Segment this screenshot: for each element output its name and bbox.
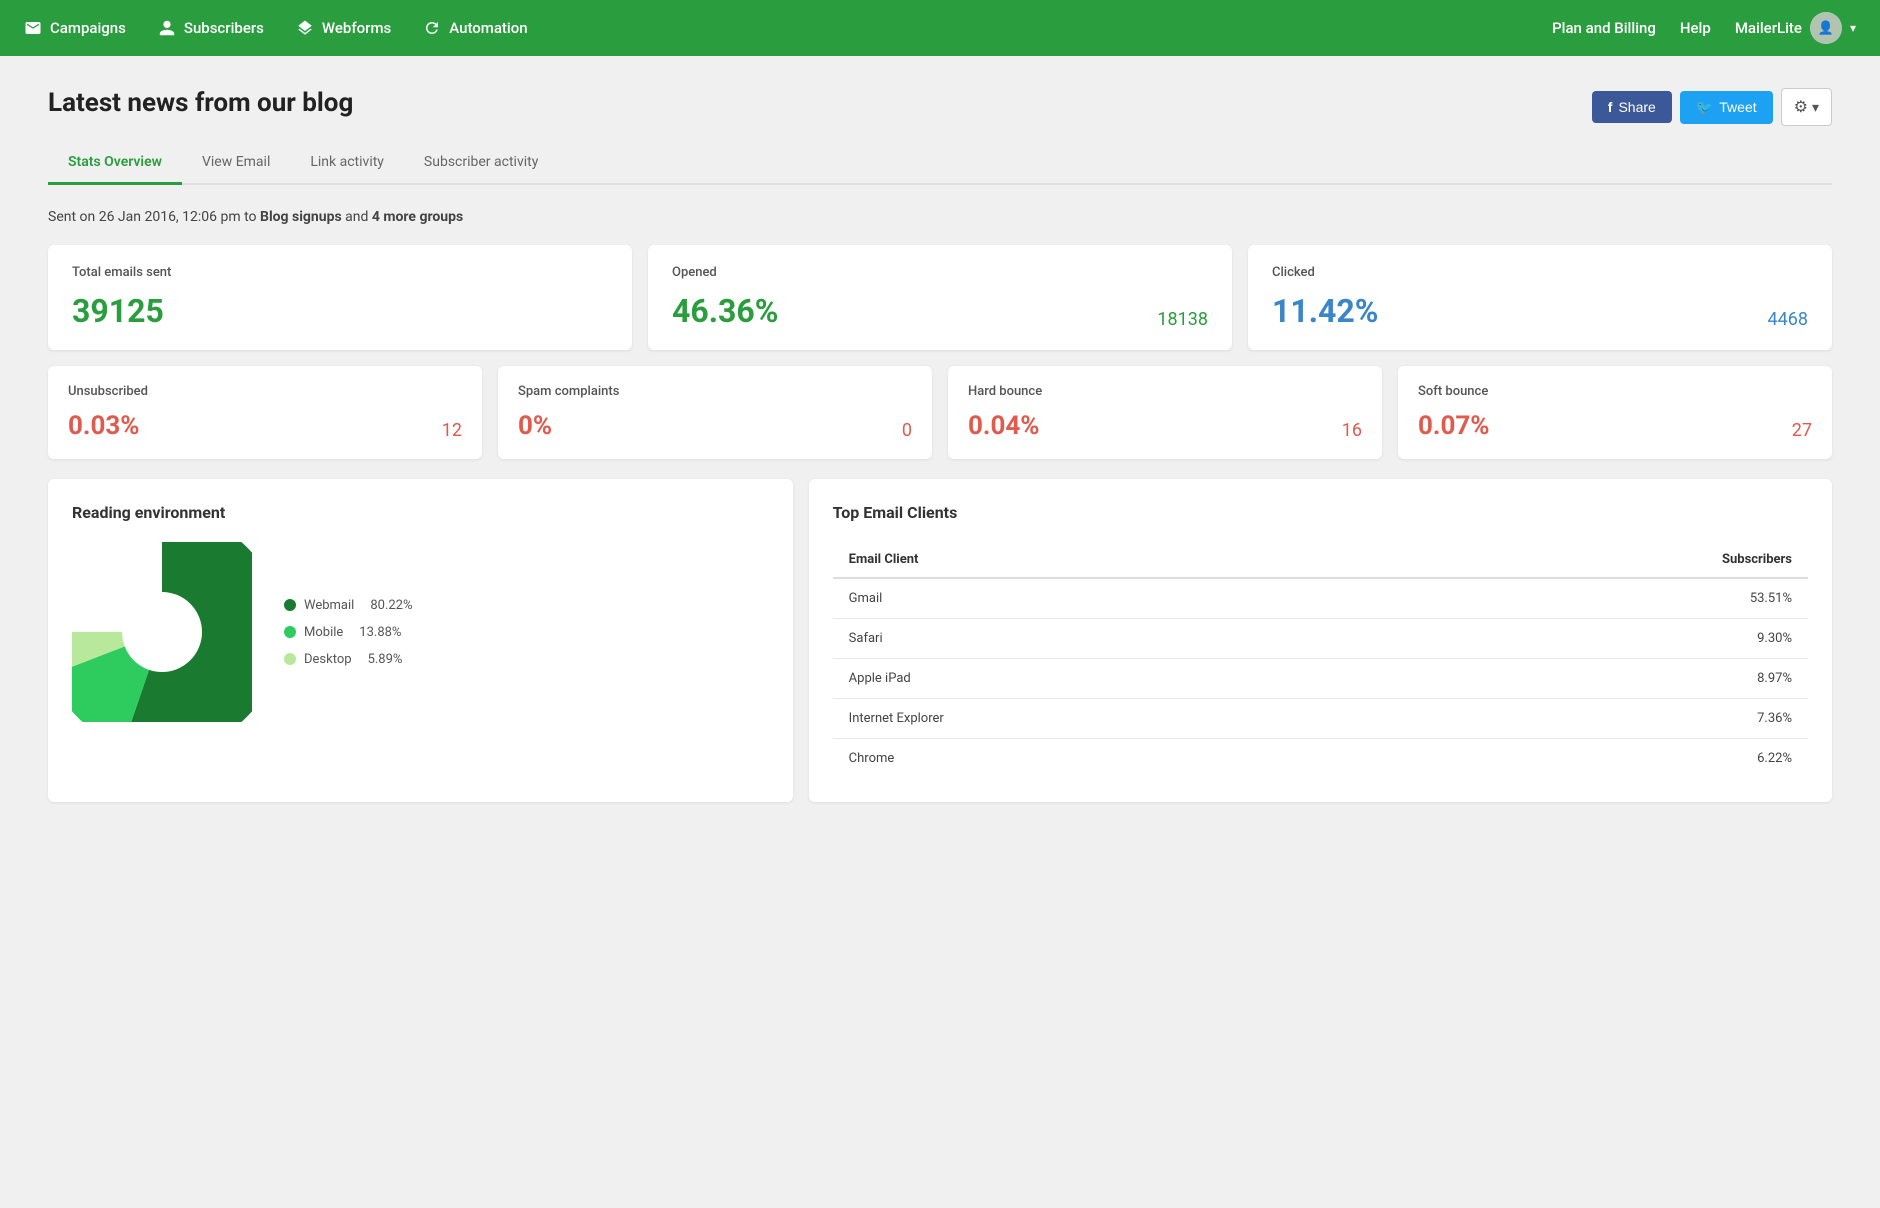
client-name: Internet Explorer (833, 699, 1374, 739)
email-clients-tbody: Gmail53.51%Safari9.30%Apple iPad8.97%Int… (833, 578, 1808, 778)
nav-mailerlite-label: MailerLite (1735, 19, 1802, 37)
stat-total-emails-label: Total emails sent (72, 265, 608, 280)
nav-user[interactable]: MailerLite 👤 ▾ (1735, 12, 1856, 44)
table-header-row: Email Client Subscribers (833, 542, 1808, 578)
stat-total-emails-value: 39125 (72, 292, 164, 330)
legend-desktop: Desktop 5.89% (284, 652, 413, 667)
client-value: 6.22% (1374, 739, 1808, 779)
nav-webforms[interactable]: Webforms (296, 19, 391, 37)
page-title: Latest news from our blog (48, 88, 353, 118)
tab-view-email[interactable]: View Email (182, 142, 290, 185)
client-value: 53.51% (1374, 578, 1808, 619)
table-row: Safari9.30% (833, 619, 1808, 659)
stat-clicked-value: 11.42% (1272, 292, 1378, 330)
client-value: 9.30% (1374, 619, 1808, 659)
stat-clicked-label: Clicked (1272, 265, 1808, 280)
nav-campaigns[interactable]: Campaigns (24, 19, 126, 37)
layers-icon (296, 19, 314, 37)
table-row: Chrome6.22% (833, 739, 1808, 779)
stat-soft-bounce-label: Soft bounce (1418, 384, 1812, 399)
webmail-color-dot (284, 599, 296, 611)
legend-webmail: Webmail 80.22% (284, 598, 413, 613)
page-header: Latest news from our blog f Share 🐦 Twee… (48, 88, 1832, 126)
stat-spam-value: 0% (518, 411, 552, 441)
stat-spam: Spam complaints 0% 0 (498, 366, 932, 459)
mobile-color-dot (284, 626, 296, 638)
stats-row-2: Unsubscribed 0.03% 12 Spam complaints 0%… (48, 366, 1832, 459)
desktop-color-dot (284, 653, 296, 665)
stat-spam-count: 0 (902, 420, 912, 441)
stat-opened-value: 46.36% (672, 292, 778, 330)
stat-soft-bounce: Soft bounce 0.07% 27 (1398, 366, 1832, 459)
mail-icon (24, 19, 42, 37)
client-name: Chrome (833, 739, 1374, 779)
stat-hard-bounce: Hard bounce 0.04% 16 (948, 366, 1382, 459)
stat-opened-label: Opened (672, 265, 1208, 280)
tab-stats-overview[interactable]: Stats Overview (48, 142, 182, 185)
stat-clicked: Clicked 11.42% 4468 (1248, 245, 1832, 350)
stat-unsubscribed-value: 0.03% (68, 411, 140, 441)
client-name: Safari (833, 619, 1374, 659)
stat-clicked-count: 4468 (1768, 309, 1808, 330)
avatar: 👤 (1810, 12, 1842, 44)
sent-info: Sent on 26 Jan 2016, 12:06 pm to Blog si… (48, 209, 1832, 225)
tab-subscriber-activity[interactable]: Subscriber activity (404, 142, 558, 185)
client-name: Apple iPad (833, 659, 1374, 699)
stat-total-emails: Total emails sent 39125 (48, 245, 632, 350)
stat-hard-bounce-label: Hard bounce (968, 384, 1362, 399)
stat-unsubscribed-count: 12 (442, 420, 462, 441)
facebook-icon: f (1608, 99, 1613, 115)
nav-left: Campaigns Subscribers Webforms Automatio… (24, 19, 528, 37)
nav-subscribers[interactable]: Subscribers (158, 19, 264, 37)
stat-hard-bounce-value: 0.04% (968, 411, 1040, 441)
stat-hard-bounce-count: 16 (1342, 420, 1362, 441)
refresh-icon (423, 19, 441, 37)
gear-icon: ⚙ (1794, 97, 1808, 117)
email-clients-card: Top Email Clients Email Client Subscribe… (809, 479, 1832, 802)
pie-chart (72, 542, 252, 722)
page-content: Latest news from our blog f Share 🐦 Twee… (0, 56, 1880, 834)
user-icon (158, 19, 176, 37)
stat-spam-label: Spam complaints (518, 384, 912, 399)
stat-opened: Opened 46.36% 18138 (648, 245, 1232, 350)
client-value: 7.36% (1374, 699, 1808, 739)
pie-chart-svg (72, 542, 252, 722)
table-row: Gmail53.51% (833, 578, 1808, 619)
tweet-button[interactable]: 🐦 Tweet (1680, 91, 1773, 124)
stat-unsubscribed: Unsubscribed 0.03% 12 (48, 366, 482, 459)
nav-plan-billing[interactable]: Plan and Billing (1552, 19, 1656, 37)
tabs: Stats Overview View Email Link activity … (48, 142, 1832, 185)
share-button[interactable]: f Share (1592, 91, 1672, 123)
header-actions: f Share 🐦 Tweet ⚙ ▾ (1592, 88, 1832, 126)
nav-help[interactable]: Help (1680, 19, 1711, 37)
reading-environment-card: Reading environment (48, 479, 793, 802)
pie-legend: Webmail 80.22% Mobile 13.88% Desktop 5.8… (284, 598, 413, 667)
nav-right: Plan and Billing Help MailerLite 👤 ▾ (1552, 12, 1856, 44)
reading-environment-title: Reading environment (72, 503, 769, 522)
stats-row-1: Total emails sent 39125 Opened 46.36% 18… (48, 245, 1832, 350)
col-subscribers-header: Subscribers (1374, 542, 1808, 578)
settings-button[interactable]: ⚙ ▾ (1781, 88, 1832, 126)
col-client-header: Email Client (833, 542, 1374, 578)
tab-link-activity[interactable]: Link activity (290, 142, 404, 185)
chevron-down-icon: ▾ (1812, 99, 1819, 116)
nav-automation[interactable]: Automation (423, 19, 527, 37)
email-clients-title: Top Email Clients (833, 503, 1808, 522)
twitter-icon: 🐦 (1696, 99, 1713, 116)
pie-section: Webmail 80.22% Mobile 13.88% Desktop 5.8… (72, 542, 769, 722)
avatar-image: 👤 (1810, 12, 1842, 44)
bottom-row: Reading environment (48, 479, 1832, 802)
table-row: Internet Explorer7.36% (833, 699, 1808, 739)
navbar: Campaigns Subscribers Webforms Automatio… (0, 0, 1880, 56)
table-row: Apple iPad8.97% (833, 659, 1808, 699)
client-name: Gmail (833, 578, 1374, 619)
stat-unsubscribed-label: Unsubscribed (68, 384, 462, 399)
email-clients-table: Email Client Subscribers Gmail53.51%Safa… (833, 542, 1808, 778)
stat-soft-bounce-value: 0.07% (1418, 411, 1490, 441)
stat-soft-bounce-count: 27 (1792, 420, 1812, 441)
legend-mobile: Mobile 13.88% (284, 625, 413, 640)
stat-opened-count: 18138 (1157, 309, 1208, 330)
chevron-down-icon: ▾ (1850, 21, 1856, 35)
client-value: 8.97% (1374, 659, 1808, 699)
